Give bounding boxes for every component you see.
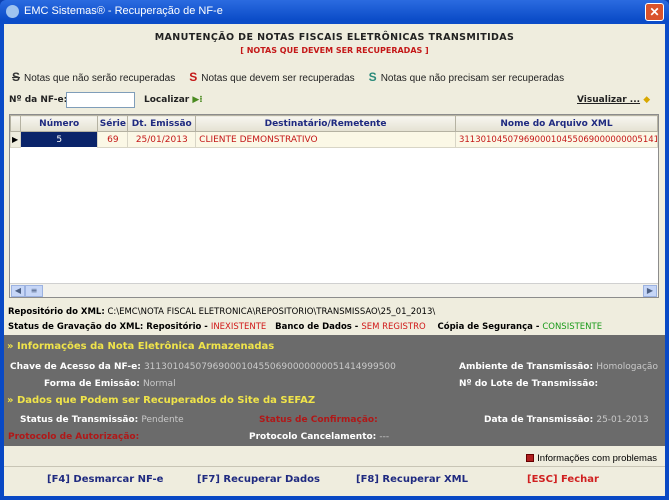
confirmation-status: Status de Confirmação:	[259, 415, 378, 425]
col-serie[interactable]: Série	[97, 115, 129, 132]
nfe-grid: Número Série Dt. Emissão Destinatário/Re…	[9, 114, 659, 298]
window-title: EMC Sistemas® - Recuperação de NF-e	[24, 5, 223, 17]
legend-item-no-need: S Notas que não precisam ser recuperadas	[368, 70, 565, 84]
footer: Informações com problemas [F4] Desmarcar…	[4, 446, 665, 496]
transmission-status: Status de Transmissão: Pendente	[20, 415, 184, 425]
grid-header: Número Série Dt. Emissão Destinatário/Re…	[10, 115, 659, 132]
row-indicator-icon: ▶	[10, 131, 21, 148]
recover-xml-button[interactable]: [F8] Recuperar XML	[356, 474, 468, 485]
row-indicator-header	[10, 115, 21, 132]
col-arquivo[interactable]: Nome do Arquivo XML	[454, 115, 659, 132]
col-destinatario[interactable]: Destinatário/Remetente	[195, 115, 456, 132]
emission-form: Forma de Emissão: Normal	[44, 379, 176, 389]
legend-item-not-recovered: S Notas que não serão recuperadas	[12, 70, 176, 84]
close-form-button[interactable]: [ESC] Fechar	[527, 474, 599, 485]
view-button[interactable]: Visualizar ... ◆	[577, 95, 650, 105]
window: EMC Sistemas® - Recuperação de NF-e ✕ MA…	[0, 0, 669, 500]
divider	[4, 466, 665, 467]
recover-data-button[interactable]: [F7] Recuperar Dados	[197, 474, 320, 485]
scroll-right-icon[interactable]: ▶	[643, 285, 657, 297]
nfe-number-input[interactable]	[66, 92, 135, 108]
stored-info-title: » Informações da Nota Eletrônica Armazen…	[7, 341, 275, 352]
repository-info: Repositório do XML: C:\EMC\NOTA FISCAL E…	[8, 307, 436, 317]
client-area: MANUTENÇÃO DE NOTAS FISCAIS ELETRÔNICAS …	[4, 24, 665, 496]
unmark-button[interactable]: [F4] Desmarcar NF-e	[47, 474, 163, 485]
scroll-thumb[interactable]: ≡	[25, 285, 43, 297]
horizontal-scrollbar[interactable]: ◀ ≡ ▶	[10, 283, 658, 297]
transmission-date: Data de Transmissão: 25-01-2013	[484, 415, 649, 425]
scroll-left-icon[interactable]: ◀	[11, 285, 25, 297]
legend: S Notas que não serão recuperadas S Notas …	[12, 70, 564, 84]
authorization-protocol: Protocolo de Autorização:	[8, 432, 140, 442]
title-bar: EMC Sistemas® - Recuperação de NF-e ✕	[0, 0, 669, 24]
find-icon: ▶⁝	[192, 95, 203, 105]
nfe-info-panel: » Informações da Nota Eletrônica Armazen…	[4, 335, 665, 446]
gem-icon: ◆	[643, 95, 651, 105]
table-row[interactable]: ▶ 5 69 25/01/2013 CLIENTE DEMONSTRATIVO …	[10, 131, 659, 148]
nfe-number-label: Nº da NF-e:	[9, 95, 68, 105]
close-button[interactable]: ✕	[645, 3, 664, 21]
page-title: MANUTENÇÃO DE NOTAS FISCAIS ELETRÔNICAS …	[154, 32, 515, 43]
app-icon	[6, 5, 19, 18]
xml-status: Status de Gravação do XML: Repositório -…	[8, 322, 603, 332]
environment: Ambiente de Transmissão: Homologação	[459, 362, 658, 372]
cancel-protocol: Protocolo Cancelamento: ---	[249, 432, 390, 442]
problem-legend: Informações com problemas	[526, 453, 657, 464]
red-square-icon	[526, 454, 535, 462]
find-button[interactable]: Localizar ▶⁝	[144, 95, 203, 105]
col-numero[interactable]: Número	[19, 115, 99, 132]
access-key: Chave de Acesso da NF-e: 311301045079690…	[10, 362, 396, 372]
lot-number: Nº do Lote de Transmissão:	[459, 379, 599, 389]
legend-item-must-recover: S Notas que devem ser recuperadas	[189, 70, 355, 84]
col-emissao[interactable]: Dt. Emissão	[127, 115, 197, 132]
page-subtitle: [ NOTAS QUE DEVEM SER RECUPERADAS ]	[240, 46, 429, 55]
sefaz-title: » Dados que Podem ser Recuperados do Sit…	[7, 395, 316, 406]
